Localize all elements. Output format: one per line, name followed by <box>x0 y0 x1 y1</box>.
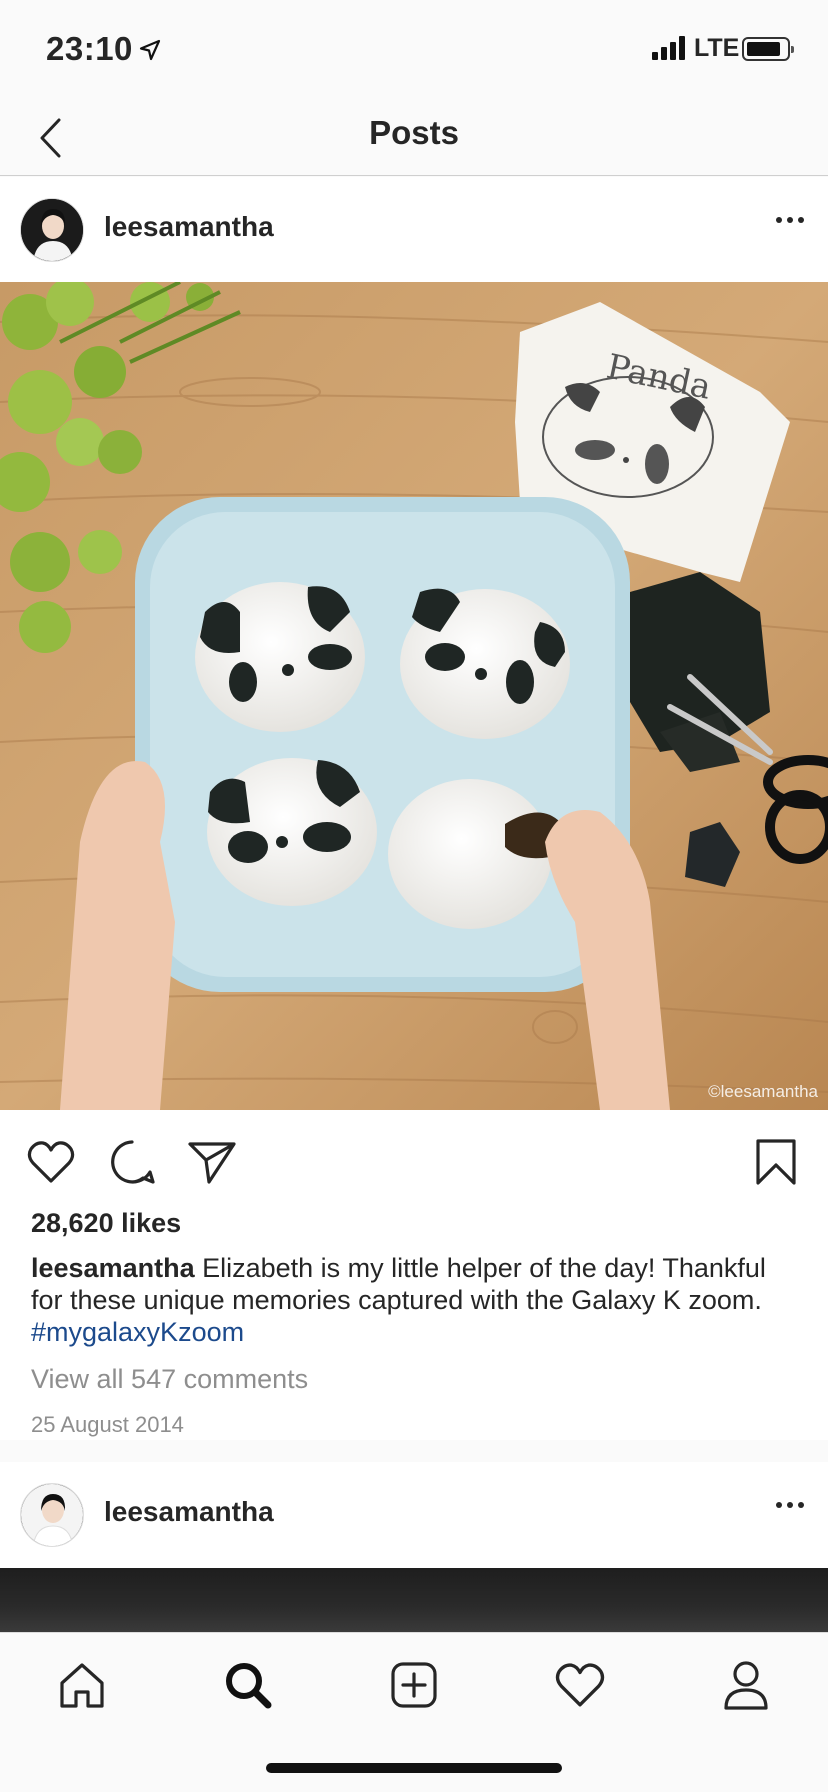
dot-icon <box>798 217 804 223</box>
avatar-image <box>21 1484 83 1546</box>
tab-profile[interactable] <box>716 1655 776 1715</box>
page-title: Posts <box>369 114 459 151</box>
tab-activity[interactable] <box>550 1655 610 1715</box>
status-bar: 23:10 LTE <box>0 0 828 100</box>
more-options-button[interactable] <box>776 217 804 223</box>
profile-icon <box>724 1661 768 1710</box>
network-type: LTE <box>694 34 740 62</box>
battery-icon <box>742 37 794 61</box>
post-header: leesamantha <box>0 177 828 283</box>
post-photo[interactable]: Panda ©leesamantha <box>0 282 828 1110</box>
dot-icon <box>787 1502 793 1508</box>
post-username[interactable]: leesamantha <box>104 211 274 243</box>
post-actions <box>0 1110 828 1210</box>
heart-icon <box>27 1141 75 1183</box>
share-button[interactable] <box>186 1136 238 1188</box>
share-paper-plane-icon <box>188 1142 236 1184</box>
more-options-button[interactable] <box>776 1502 804 1508</box>
post-date: 25 August 2014 <box>31 1412 184 1437</box>
like-count[interactable]: 28,620 likes <box>31 1208 181 1239</box>
dot-icon <box>776 1502 782 1508</box>
search-icon <box>226 1663 272 1709</box>
next-post-header: leesamantha <box>0 1462 828 1568</box>
tab-new-post[interactable] <box>384 1655 444 1715</box>
tab-home[interactable] <box>52 1655 112 1715</box>
location-arrow-icon <box>139 39 161 61</box>
hashtag-link[interactable]: #mygalaxyKzoom <box>31 1317 244 1347</box>
like-button[interactable] <box>25 1136 77 1188</box>
nav-bar: Posts <box>0 100 828 176</box>
next-post-photo[interactable] <box>0 1568 828 1632</box>
dot-icon <box>798 1502 804 1508</box>
save-button[interactable] <box>750 1136 802 1188</box>
dot-icon <box>776 217 782 223</box>
caption-username[interactable]: leesamantha <box>31 1253 195 1283</box>
tab-bar <box>0 1632 828 1792</box>
dot-icon <box>787 217 793 223</box>
home-indicator <box>266 1763 562 1773</box>
post-username[interactable]: leesamantha <box>104 1496 274 1528</box>
photo-watermark: ©leesamantha <box>708 1082 818 1101</box>
panda-rice-balls-photo: Panda <box>0 282 828 1110</box>
tab-search[interactable] <box>218 1655 278 1715</box>
avatar[interactable] <box>20 198 84 262</box>
avatar[interactable] <box>20 1483 84 1547</box>
comment-button[interactable] <box>106 1136 158 1188</box>
post-caption: leesamantha Elizabeth is my little helpe… <box>31 1252 791 1348</box>
signal-strength-icon <box>652 36 685 60</box>
post-body: 28,620 likes leesamantha Elizabeth is my… <box>0 1200 828 1440</box>
bookmark-icon <box>756 1139 796 1185</box>
comment-icon <box>111 1140 155 1184</box>
add-post-icon <box>391 1662 437 1708</box>
avatar-image <box>21 199 83 261</box>
home-icon <box>60 1663 104 1708</box>
activity-heart-icon <box>555 1663 605 1707</box>
status-time: 23:10 <box>46 30 133 67</box>
view-comments-link[interactable]: View all 547 comments <box>31 1364 308 1395</box>
